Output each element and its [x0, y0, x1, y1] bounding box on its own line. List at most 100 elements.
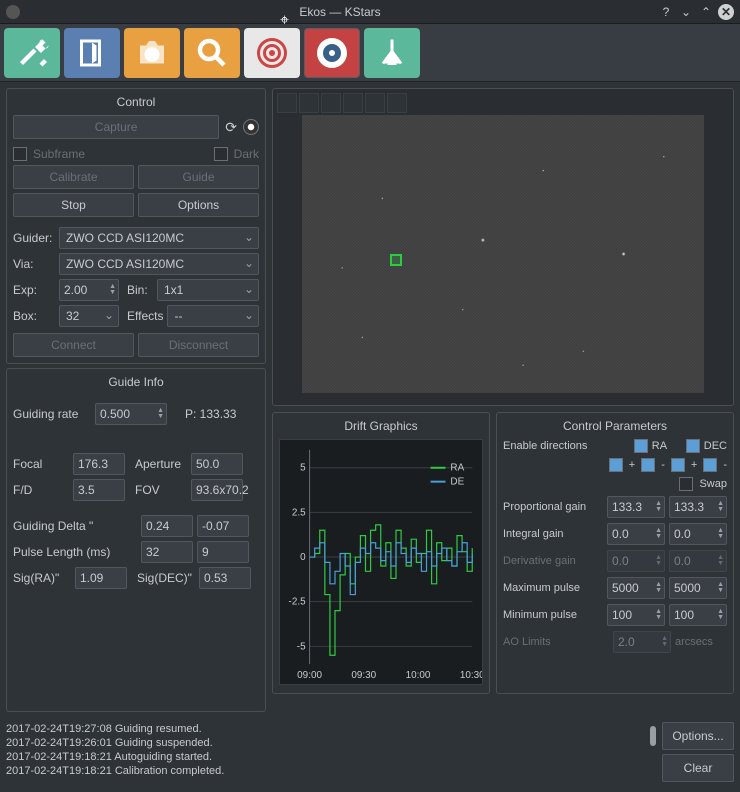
int-dec-spinner[interactable]: ▲▼ [669, 523, 727, 545]
loading-icon: ⟳ [225, 119, 237, 136]
exp-spinner[interactable]: ▲▼ [59, 279, 119, 301]
focal-label: Focal [13, 457, 69, 471]
rate-label: Guiding rate [13, 407, 91, 421]
int-ra-spinner[interactable]: ▲▼ [607, 523, 665, 545]
log-clear-button[interactable]: Clear [662, 754, 734, 782]
min-dec-spinner[interactable]: ▲▼ [669, 604, 727, 626]
svg-text:RA: RA [450, 463, 464, 474]
box-select[interactable]: 32 [59, 305, 119, 327]
subframe-label: Subframe [33, 147, 85, 161]
zoom-out-icon[interactable] [321, 93, 341, 113]
p-value: P: 133.33 [185, 407, 236, 421]
delta-dec: -0.07 [197, 515, 249, 537]
prop-dec-spinner[interactable]: ▲▼ [669, 496, 727, 518]
svg-text:5: 5 [300, 463, 306, 474]
log-line: 2017-02-24T19:27:08 Guiding resumed. [6, 722, 644, 736]
bin-label: Bin: [127, 283, 153, 297]
image-viewer [272, 88, 734, 406]
svg-text:10:00: 10:00 [406, 670, 431, 681]
loop-icon[interactable] [243, 119, 259, 135]
dec-plus-checkbox[interactable] [671, 458, 685, 472]
subframe-checkbox[interactable] [13, 147, 27, 161]
dark-checkbox[interactable] [214, 147, 228, 161]
zoom-fit-icon[interactable] [277, 93, 297, 113]
mount-tab-icon[interactable] [364, 28, 420, 78]
zoom-1to1-icon[interactable] [343, 93, 363, 113]
aperture-label: Aperture [135, 457, 187, 471]
svg-text:10:30: 10:30 [460, 670, 482, 681]
grid-icon[interactable] [387, 93, 407, 113]
log-line: 2017-02-24T19:18:21 Calibration complete… [6, 764, 644, 776]
guide-info-title: Guide Info [13, 375, 259, 389]
dec-checkbox[interactable] [686, 439, 700, 453]
aperture-value: 50.0 [191, 453, 243, 475]
ao-label: AO Limits [503, 636, 609, 648]
dec-minus-checkbox[interactable] [703, 458, 717, 472]
bin-select[interactable]: 1x1 [157, 279, 259, 301]
enable-dir-label: Enable directions [503, 440, 630, 452]
disconnect-button[interactable]: Disconnect [138, 333, 259, 357]
ra-plus-checkbox[interactable] [609, 458, 623, 472]
fd-value: 3.5 [73, 479, 125, 501]
align-tab-icon[interactable] [244, 28, 300, 78]
delta-ra: 0.24 [141, 515, 193, 537]
capture-button[interactable]: Capture [13, 115, 219, 139]
ra-minus-checkbox[interactable] [641, 458, 655, 472]
max-label: Maximum pulse [503, 582, 603, 594]
sig-ra-label: Sig(RA)" [13, 571, 71, 585]
capture-tab-icon[interactable] [124, 28, 180, 78]
connect-button[interactable]: Connect [13, 333, 134, 357]
help-icon[interactable]: ? [658, 4, 674, 20]
titlebar: Ekos — KStars ? ⌄ ⌃ ✕ [0, 0, 740, 24]
guide-info-panel: Guide Info Guiding rate ▲▼ P: 133.33 Foc… [6, 368, 266, 712]
log-line: 2017-02-24T19:26:01 Guiding suspended. [6, 736, 644, 750]
crosshair-icon[interactable] [365, 93, 385, 113]
min-ra-spinner[interactable]: ▲▼ [607, 604, 665, 626]
box-label: Box: [13, 309, 55, 323]
options-button[interactable]: Options [138, 193, 259, 217]
max-ra-spinner[interactable]: ▲▼ [607, 577, 665, 599]
fov-value: 93.6x70.2 [191, 479, 243, 501]
guider-select[interactable]: ZWO CCD ASI120MC [59, 227, 259, 249]
star-field[interactable] [302, 115, 704, 393]
prop-label: Proportional gain [503, 501, 603, 513]
setup-tab-icon[interactable] [4, 28, 60, 78]
dark-label: Dark [234, 147, 259, 161]
focus-tab-icon[interactable] [184, 28, 240, 78]
params-title: Control Parameters [503, 419, 727, 433]
sig-ra: 1.09 [75, 567, 127, 589]
stop-button[interactable]: Stop [13, 193, 134, 217]
guide-tab-icon[interactable] [304, 28, 360, 78]
rate-spinner[interactable]: ▲▼ [95, 403, 167, 425]
ra-checkbox[interactable] [634, 439, 648, 453]
prop-ra-spinner[interactable]: ▲▼ [607, 496, 665, 518]
guide-star-box[interactable] [390, 254, 402, 266]
drift-chart: -5-2.502.5509:0009:3010:0010:30RADE [279, 439, 483, 685]
log-line: 2017-02-24T19:18:21 Autoguiding started. [6, 750, 644, 764]
max-dec-spinner[interactable]: ▲▼ [669, 577, 727, 599]
guider-label: Guider: [13, 231, 55, 245]
zoom-in-icon[interactable] [299, 93, 319, 113]
svg-text:-5: -5 [297, 641, 306, 652]
log-scrollbar[interactable] [650, 726, 656, 746]
scheduler-tab-icon[interactable] [64, 28, 120, 78]
effects-select[interactable]: -- [167, 305, 259, 327]
svg-text:2.5: 2.5 [292, 507, 306, 518]
maximize-icon[interactable]: ⌃ [698, 4, 714, 20]
pulse-dec: 9 [197, 541, 249, 563]
log-options-button[interactable]: Options... [662, 722, 734, 750]
log-text[interactable]: 2017-02-24T19:27:08 Guiding resumed. 201… [6, 722, 644, 776]
min-label: Minimum pulse [503, 609, 603, 621]
svg-text:09:30: 09:30 [351, 670, 376, 681]
svg-text:-2.5: -2.5 [289, 597, 307, 608]
swap-checkbox[interactable] [679, 477, 693, 491]
sig-dec-label: Sig(DEC)" [137, 571, 195, 585]
calibrate-button[interactable]: Calibrate [13, 165, 134, 189]
sig-dec: 0.53 [199, 567, 251, 589]
via-select[interactable]: ZWO CCD ASI120MC [59, 253, 259, 275]
effects-label: Effects [127, 309, 163, 323]
guide-button[interactable]: Guide [138, 165, 259, 189]
minimize-icon[interactable]: ⌄ [678, 4, 694, 20]
close-icon[interactable]: ✕ [718, 4, 734, 20]
via-label: Via: [13, 257, 55, 271]
